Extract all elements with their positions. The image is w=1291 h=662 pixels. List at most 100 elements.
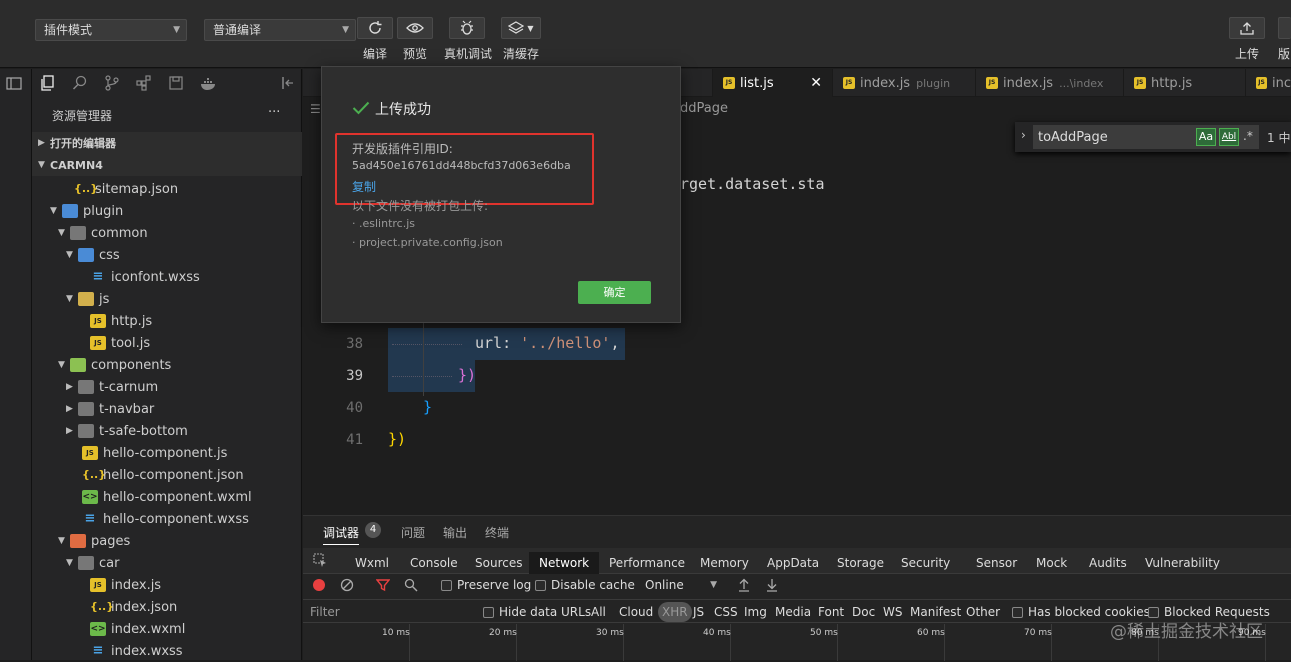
devtools-tab-performance[interactable]: Performance xyxy=(609,552,685,574)
tab-index-js-index[interactable]: JS index.js ...\index xyxy=(976,69,1124,97)
tree-item[interactable]: {..} hello-component.json xyxy=(32,464,302,486)
type-filter-manifest[interactable]: Manifest xyxy=(910,605,961,619)
clear-cache-button[interactable]: ▼ xyxy=(501,17,541,39)
filter-input[interactable]: Filter xyxy=(310,605,340,619)
tree-item[interactable]: ▼ pages xyxy=(32,530,302,552)
match-case-toggle[interactable]: Aa xyxy=(1196,128,1216,146)
tree-item[interactable]: ▼ plugin xyxy=(32,200,302,222)
tree-item[interactable]: ▶ t-safe-bottom xyxy=(32,420,302,442)
regex-toggle[interactable]: .* xyxy=(1243,129,1253,143)
whole-word-toggle[interactable]: Abl xyxy=(1219,128,1239,146)
type-filter-xhr[interactable]: XHR xyxy=(658,602,692,622)
filter-icon[interactable] xyxy=(376,578,390,592)
record-button[interactable] xyxy=(313,579,325,591)
mode-select[interactable]: 插件模式 ▼ xyxy=(35,19,187,41)
tab-output[interactable]: 输出 xyxy=(443,524,467,541)
type-filter-js[interactable]: JS xyxy=(693,605,704,619)
tab-debugger[interactable]: 调试器 xyxy=(323,524,360,545)
tab-index-js-plugin[interactable]: JS index.js plugin xyxy=(833,69,976,97)
save-icon[interactable] xyxy=(168,75,184,91)
close-icon[interactable]: ✕ xyxy=(810,75,822,91)
tree-item[interactable]: {..} sitemap.json xyxy=(32,178,302,200)
tree-item[interactable]: JS tool.js xyxy=(32,332,302,354)
devtools-tab-vulnerability[interactable]: Vulnerability xyxy=(1145,552,1220,574)
tree-item[interactable]: ▼ js xyxy=(32,288,302,310)
devtools-tab-appdata[interactable]: AppData xyxy=(767,552,819,574)
hide-data-urls-checkbox[interactable]: Hide data URLs xyxy=(483,605,591,619)
collapse-sidebar-icon[interactable] xyxy=(280,75,296,91)
devtools-tab-sources[interactable]: Sources xyxy=(475,552,522,574)
source-control-icon[interactable] xyxy=(104,75,120,91)
devtools-tab-memory[interactable]: Memory xyxy=(700,552,749,574)
folder-icon xyxy=(78,402,94,416)
tree-item[interactable]: <> index.wxml xyxy=(32,618,302,640)
open-editors-section[interactable]: ▶ 打开的编辑器 xyxy=(32,132,302,154)
devtools-tab-sensor[interactable]: Sensor xyxy=(976,552,1017,574)
tab-overflow[interactable]: JS inc xyxy=(1246,69,1291,97)
tree-item[interactable]: ≡ index.wxss xyxy=(32,640,302,662)
chevron-right-icon[interactable]: › xyxy=(1021,128,1026,142)
tree-item[interactable]: ▼ common xyxy=(32,222,302,244)
type-filter-media[interactable]: Media xyxy=(775,605,811,619)
search-icon[interactable] xyxy=(404,578,418,592)
devtools-tab-console[interactable]: Console xyxy=(410,552,458,574)
tree-item[interactable]: JS index.js xyxy=(32,574,302,596)
type-filter-doc[interactable]: Doc xyxy=(852,605,875,619)
tree-item[interactable]: <> hello-component.wxml xyxy=(32,486,302,508)
type-filter-css[interactable]: CSS xyxy=(714,605,738,619)
compile-select[interactable]: 普通编译 ▼ xyxy=(204,19,356,41)
project-section[interactable]: ▼ CARMN4 xyxy=(32,154,302,176)
tree-item[interactable]: ▼ car xyxy=(32,552,302,574)
tree-item[interactable]: ▶ t-carnum xyxy=(32,376,302,398)
tree-item[interactable]: {..} index.json xyxy=(32,596,302,618)
confirm-button[interactable]: 确定 xyxy=(578,281,651,304)
tab-http-js[interactable]: JS http.js xyxy=(1124,69,1246,97)
inspect-icon[interactable] xyxy=(313,553,327,567)
preview-button[interactable] xyxy=(397,17,433,39)
export-har-icon[interactable] xyxy=(766,578,778,592)
copy-link[interactable]: 复制 xyxy=(352,178,376,195)
devtools-tab-network[interactable]: Network xyxy=(529,552,600,574)
type-filter-cloud[interactable]: Cloud xyxy=(619,605,653,619)
find-input[interactable]: toAddPage Aa Abl .* xyxy=(1033,125,1259,149)
type-filter-ws[interactable]: WS xyxy=(883,605,902,619)
tree-item[interactable]: ▼ css xyxy=(32,244,302,266)
more-actions-button[interactable]: ··· xyxy=(268,105,280,120)
type-filter-img[interactable]: Img xyxy=(744,605,767,619)
devtools-tab-mock[interactable]: Mock xyxy=(1036,552,1067,574)
preserve-log-checkbox[interactable]: Preserve log xyxy=(441,578,531,592)
type-filter-all[interactable]: All xyxy=(591,605,606,619)
throttle-select[interactable]: Online ▼ xyxy=(645,578,717,592)
tree-item[interactable]: JS http.js xyxy=(32,310,302,332)
tree-item[interactable]: ≡ iconfont.wxss xyxy=(32,266,302,288)
tree-item[interactable]: ▼ components xyxy=(32,354,302,376)
tree-item[interactable]: ≡ hello-component.wxss xyxy=(32,508,302,530)
devtools-tab-audits[interactable]: Audits xyxy=(1089,552,1127,574)
timeline-tick: 10 ms xyxy=(382,628,410,638)
devtools-tab-wxml[interactable]: Wxml xyxy=(355,552,389,574)
devtools-tab-security[interactable]: Security xyxy=(901,552,950,574)
version-button[interactable] xyxy=(1278,17,1291,39)
tab-problems[interactable]: 问题 xyxy=(401,524,425,541)
tree-item[interactable]: JS hello-component.js xyxy=(32,442,302,464)
import-har-icon[interactable] xyxy=(738,578,750,592)
type-filter-font[interactable]: Font xyxy=(818,605,844,619)
upload-button[interactable] xyxy=(1229,17,1265,39)
extensions-icon[interactable] xyxy=(136,75,152,91)
clear-icon[interactable] xyxy=(340,578,354,592)
search-icon[interactable] xyxy=(72,75,88,91)
devtools-tab-storage[interactable]: Storage xyxy=(837,552,884,574)
docker-icon[interactable] xyxy=(200,75,218,91)
tab-list-js[interactable]: JS list.js ✕ xyxy=(713,69,833,97)
indent-guide xyxy=(392,344,462,345)
real-device-debug-button[interactable] xyxy=(449,17,485,39)
css-folder-icon xyxy=(78,248,94,262)
compile-label: 编译 xyxy=(362,47,387,61)
tab-terminal[interactable]: 终端 xyxy=(485,524,509,541)
type-filter-other[interactable]: Other xyxy=(966,605,1000,619)
tree-item[interactable]: ▶ t-navbar xyxy=(32,398,302,420)
split-view-icon[interactable] xyxy=(6,75,22,91)
disable-cache-checkbox[interactable]: Disable cache xyxy=(535,578,635,592)
compile-button[interactable] xyxy=(357,17,393,39)
files-icon[interactable] xyxy=(40,75,56,91)
